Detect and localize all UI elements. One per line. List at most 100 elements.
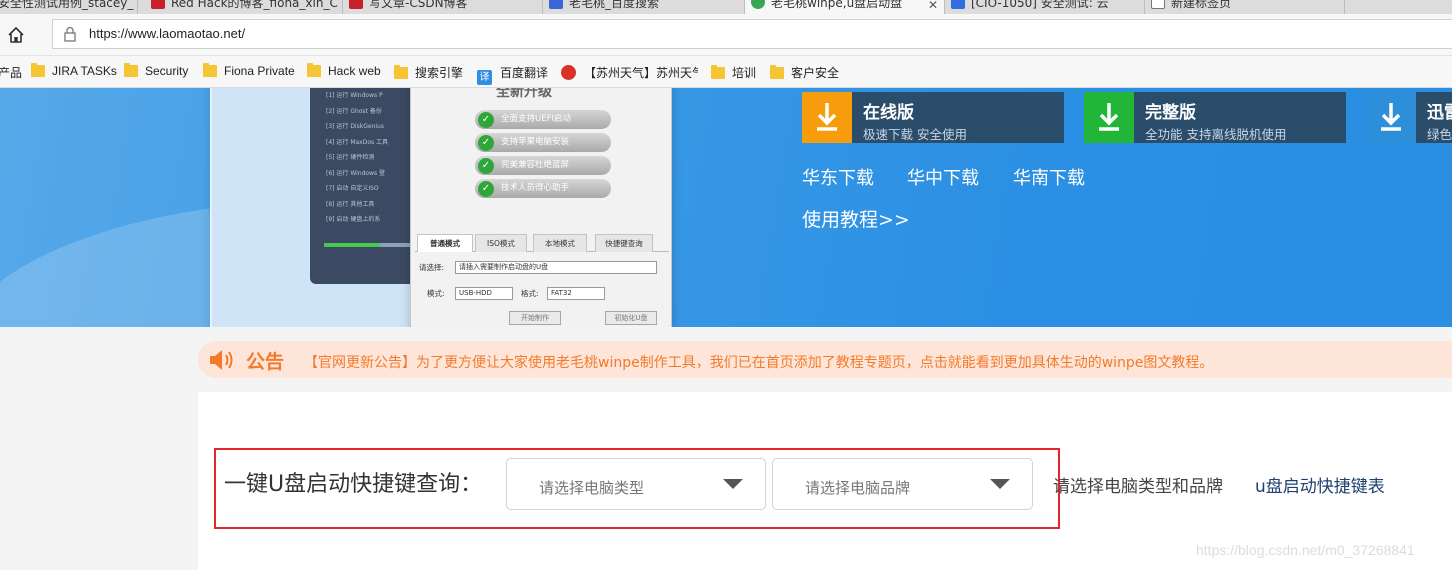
tab-0[interactable]: 安全性测试用例_stacey_ <box>0 0 138 14</box>
hotkey-query-label: 一键U盘启动快捷键查询： <box>224 472 483 497</box>
bookmark-label: 【苏州天气】苏州天气 <box>584 66 698 80</box>
select-placeholder: 请选择电脑类型 <box>539 479 645 497</box>
bookmark-label: 产品 <box>0 66 23 80</box>
download-subtitle: 全功能 支持离线脱机使用 <box>1145 127 1287 142</box>
speaker-icon <box>210 350 233 370</box>
query-hint: 请选择电脑类型和品牌 <box>1053 477 1223 497</box>
new-tab-icon <box>1151 0 1165 9</box>
bookmark-baidu-translate[interactable]: 译百度翻译 <box>477 64 548 85</box>
folder-icon <box>31 63 45 77</box>
bookmark-label: 搜索引擎 <box>415 66 464 80</box>
bookmark-fiona-private[interactable]: Fiona Private <box>203 63 295 78</box>
boot-menu-line: [2] 运行 Ghost 备份 <box>326 107 382 115</box>
boot-menu-line: [7] 启动 自定义ISO <box>326 185 379 192</box>
tab-3[interactable]: 老毛桃_百度搜索 <box>543 0 745 14</box>
computer-brand-select[interactable]: 请选择电脑品牌 <box>772 458 1033 510</box>
boot-menu-line: [3] 运行 DiskGenius <box>326 123 384 130</box>
bookmark-label: Security <box>145 64 189 78</box>
csdn-icon <box>349 0 363 9</box>
check-icon: ✓ <box>478 134 494 151</box>
download-subtitle: 极速下载 安全使用 <box>863 127 967 142</box>
bookmark-label: JIRA TASKs <box>52 64 117 78</box>
watermark: https://blog.csdn.net/m0_37268841 <box>1196 542 1415 558</box>
usb-select: 请插入需要制作启动盘的U盘 <box>455 261 657 274</box>
tab-title: 写文章-CSDN博客 <box>369 0 468 10</box>
computer-type-select[interactable]: 请选择电脑类型 <box>506 458 766 510</box>
caret-down-icon <box>990 479 1010 489</box>
download-title: 在线版 <box>863 103 914 123</box>
start-make-button: 开始制作 <box>509 311 561 325</box>
bookmark-suzhou-weather[interactable]: 【苏州天气】苏州天气 <box>561 64 698 81</box>
product-window-tabs: 普通模式 ISO模式 本地模式 快捷键查询 <box>415 234 669 252</box>
home-icon[interactable] <box>6 25 26 45</box>
translate-icon: 译 <box>477 70 492 85</box>
region-east-link[interactable]: 华东下载 <box>802 164 874 190</box>
format-label: 格式: <box>521 289 539 298</box>
bookmark-training[interactable]: 培训 <box>711 64 756 81</box>
baidu-icon <box>549 0 563 9</box>
download-title: 完整版 <box>1145 103 1196 123</box>
bookmark-label: Hack web <box>328 64 381 78</box>
url-text: https://www.laomaotao.net/ <box>89 26 246 41</box>
bookmark-security[interactable]: Security <box>124 63 189 78</box>
folder-icon <box>203 63 217 77</box>
tab-normal-mode: 普通模式 <box>417 234 473 252</box>
download-thunder-button[interactable]: 迅雷 绿色 <box>1366 92 1452 143</box>
region-central-link[interactable]: 华中下载 <box>907 164 979 190</box>
address-toolbar: https://www.laomaotao.net/ <box>0 14 1452 56</box>
tab-title: 新建标签页 <box>1171 0 1232 10</box>
tab-title: [CIO-1050] 安全测试: 云 <box>971 0 1109 10</box>
tab-5[interactable]: [CIO-1050] 安全测试: 云 <box>945 0 1145 14</box>
folder-icon <box>394 65 408 79</box>
check-icon: ✓ <box>478 111 494 128</box>
tutorial-link[interactable]: 使用教程>> <box>802 205 910 232</box>
feature-pill: ✓ 完美兼容杜绝蓝屏 <box>475 156 611 175</box>
hotkey-table-link[interactable]: u盘启动快捷键表 <box>1255 472 1385 497</box>
browser-window: 安全性测试用例_stacey_ Red Hack的博客_fiona_xin_C … <box>0 0 1452 570</box>
bookmark-jira-tasks[interactable]: JIRA TASKs <box>31 63 117 78</box>
select-placeholder: 请选择电脑品牌 <box>805 479 911 497</box>
format-select: FAT32 <box>547 287 605 300</box>
product-screenshot-front: 全新升级 ✓ 全面支持UEFI启动 ✓ 支持苹果电脑安装 ✓ 完美兼容杜绝蓝屏 ✓ 技术… <box>410 88 672 327</box>
tab-4[interactable]: 老毛桃winpe,u盘启动盘 ✕ <box>745 0 945 14</box>
feature-pill: ✓ 技术人员得心助手 <box>475 179 611 198</box>
url-bar[interactable]: https://www.laomaotao.net/ <box>52 19 1452 49</box>
check-icon: ✓ <box>478 157 494 174</box>
bookmark-customer-security[interactable]: 客户安全 <box>770 64 839 81</box>
product-window-title: 全新升级 <box>496 88 552 100</box>
download-full-button[interactable]: 完整版 全功能 支持离线脱机使用 <box>1084 92 1346 143</box>
tab-1[interactable]: Red Hack的博客_fiona_xin_C <box>145 0 343 14</box>
laomaotao-icon <box>751 0 765 9</box>
boot-menu-line: [8] 运行 其他工具 <box>326 200 375 208</box>
tab-hotkey-query: 快捷键查询 <box>595 234 653 252</box>
bookmark-label: 客户安全 <box>791 66 840 80</box>
progress-fill <box>324 243 380 247</box>
check-icon: ✓ <box>478 180 494 197</box>
boot-menu-line: [1] 运行 Windows P <box>326 92 383 99</box>
boot-menu-line: [6] 运行 Windows 登 <box>326 169 386 177</box>
folder-icon <box>307 63 321 77</box>
announcement-text[interactable]: 【官网更新公告】为了更方便让大家使用老毛桃winpe制作工具，我们已在首页添加了… <box>304 352 1213 372</box>
caret-down-icon <box>723 479 743 489</box>
announcement-title: 公告 <box>246 351 285 373</box>
close-tab-icon[interactable]: ✕ <box>928 0 938 12</box>
feature-pill: ✓ 支持苹果电脑安装 <box>475 133 611 152</box>
bookmark-label: 百度翻译 <box>500 66 549 80</box>
mode-select: USB-HDD <box>455 287 513 300</box>
bookmark-products[interactable]: 产品 <box>0 64 22 81</box>
folder-icon <box>711 65 725 79</box>
tab-title: 老毛桃winpe,u盘启动盘 <box>771 0 903 10</box>
bookmark-hack-web[interactable]: Hack web <box>307 63 381 78</box>
bookmarks-bar: 产品 JIRA TASKs Security Fiona Private Hac… <box>0 56 1452 88</box>
boot-menu-line: [9] 启动 硬盘上的系 <box>326 216 381 223</box>
bookmark-search-engines[interactable]: 搜索引擎 <box>394 64 463 81</box>
tab-iso-mode: ISO模式 <box>475 234 527 252</box>
region-south-link[interactable]: 华南下载 <box>1013 164 1085 190</box>
tab-title: 安全性测试用例_stacey_ <box>0 0 134 10</box>
bookmark-label: 培训 <box>732 66 757 80</box>
tab-2[interactable]: 写文章-CSDN博客 <box>343 0 543 14</box>
mode-label: 模式: <box>427 289 445 298</box>
lock-icon <box>64 26 76 42</box>
download-online-button[interactable]: 在线版 极速下载 安全使用 <box>802 92 1064 143</box>
tab-6[interactable]: 新建标签页 <box>1145 0 1345 14</box>
